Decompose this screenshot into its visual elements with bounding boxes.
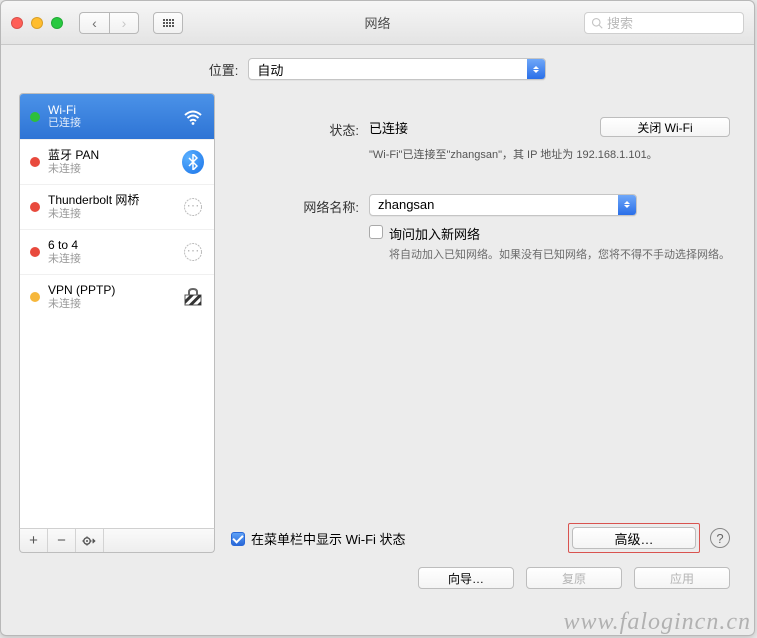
advanced-button[interactable]: 高级…	[572, 527, 696, 549]
watermark: www.falogincn.cn	[563, 609, 751, 636]
main-panel: 状态: 已连接 关闭 Wi-Fi "Wi-Fi"已连接至"zhangsan"，其…	[231, 93, 736, 553]
interface-name: 6 to 4	[48, 238, 174, 252]
bluetooth-icon	[182, 151, 204, 173]
traffic-lights	[11, 17, 63, 29]
interface-name: Wi-Fi	[48, 103, 174, 117]
back-button[interactable]: ‹	[79, 12, 109, 34]
remove-button[interactable]: −	[48, 529, 76, 552]
interface-name: Thunderbolt 网桥	[48, 193, 174, 207]
gear-icon	[82, 535, 98, 547]
network-name-label: 网络名称:	[231, 194, 369, 216]
apply-button: 应用	[634, 567, 730, 589]
interface-name: 蓝牙 PAN	[48, 148, 174, 162]
status-description: "Wi-Fi"已连接至"zhangsan"，其 IP 地址为 192.168.1…	[369, 147, 730, 164]
chevron-updown-icon	[527, 59, 545, 79]
search-icon	[591, 17, 603, 29]
actions-button[interactable]	[76, 529, 104, 552]
interface-list[interactable]: Wi-Fi已连接蓝牙 PAN未连接Thunderbolt 网桥未连接⋯6 to …	[19, 93, 215, 529]
interface-name: VPN (PPTP)	[48, 283, 174, 297]
status-dot-icon	[30, 247, 40, 257]
interface-item-vpn[interactable]: VPN (PPTP)未连接	[20, 274, 214, 319]
location-select[interactable]: 自动	[248, 58, 546, 80]
grid-icon	[163, 19, 174, 27]
turn-off-wifi-button[interactable]: 关闭 Wi-Fi	[600, 117, 730, 137]
forward-button: ›	[109, 12, 139, 34]
list-toolbar: + −	[19, 528, 215, 553]
add-button[interactable]: +	[20, 529, 48, 552]
interface-item-wifi[interactable]: Wi-Fi已连接	[20, 94, 214, 139]
location-label: 位置:	[209, 60, 239, 79]
network-name-select[interactable]: zhangsan	[369, 194, 637, 216]
ask-join-label: 询问加入新网络	[389, 224, 480, 243]
chevron-updown-icon	[618, 195, 636, 215]
status-dot-icon	[30, 112, 40, 122]
interface-status: 已连接	[48, 117, 174, 130]
show-all-button[interactable]	[153, 12, 183, 34]
interface-item-6to4[interactable]: 6 to 4未连接 ⋯	[20, 229, 214, 274]
search-input[interactable]: 搜索	[584, 12, 744, 34]
status-label: 状态:	[231, 117, 369, 139]
wizard-button[interactable]: 向导…	[418, 567, 514, 589]
svg-text:⋯: ⋯	[187, 243, 200, 258]
network-prefs-window: ‹ › 网络 搜索 位置: 自动 Wi-Fi已连接蓝牙 PAN未连接Thunde…	[0, 0, 755, 636]
window-title: 网络	[364, 13, 390, 32]
interface-item-thunderbolt[interactable]: Thunderbolt 网桥未连接 ⋯	[20, 184, 214, 229]
status-dot-icon	[30, 202, 40, 212]
status-dot-icon	[30, 157, 40, 167]
6to4-icon: ⋯	[182, 241, 204, 263]
status-value: 已连接	[369, 118, 408, 137]
wifi-icon	[182, 106, 204, 128]
minimize-icon[interactable]	[31, 17, 43, 29]
vpn-icon	[182, 286, 204, 308]
interface-status: 未连接	[48, 208, 174, 221]
svg-text:⋯: ⋯	[187, 198, 200, 213]
interface-item-bluetooth[interactable]: 蓝牙 PAN未连接	[20, 139, 214, 184]
ask-join-checkbox[interactable]	[369, 225, 383, 239]
location-row: 位置: 自动	[1, 45, 754, 93]
revert-button: 复原	[526, 567, 622, 589]
interface-status: 未连接	[48, 298, 174, 311]
titlebar: ‹ › 网络 搜索	[1, 1, 754, 45]
help-button[interactable]: ?	[710, 528, 730, 548]
zoom-icon[interactable]	[51, 17, 63, 29]
thunderbolt-icon: ⋯	[182, 196, 204, 218]
close-icon[interactable]	[11, 17, 23, 29]
interface-status: 未连接	[48, 253, 174, 266]
show-menubar-label: 在菜单栏中显示 Wi-Fi 状态	[251, 529, 406, 548]
ask-join-description: 将自动加入已知网络。如果没有已知网络，您将不得不手动选择网络。	[369, 247, 730, 264]
show-menubar-checkbox[interactable]	[231, 532, 245, 546]
interface-status: 未连接	[48, 163, 174, 176]
status-dot-icon	[30, 292, 40, 302]
footer-buttons: 向导… 复原 应用	[1, 553, 754, 589]
